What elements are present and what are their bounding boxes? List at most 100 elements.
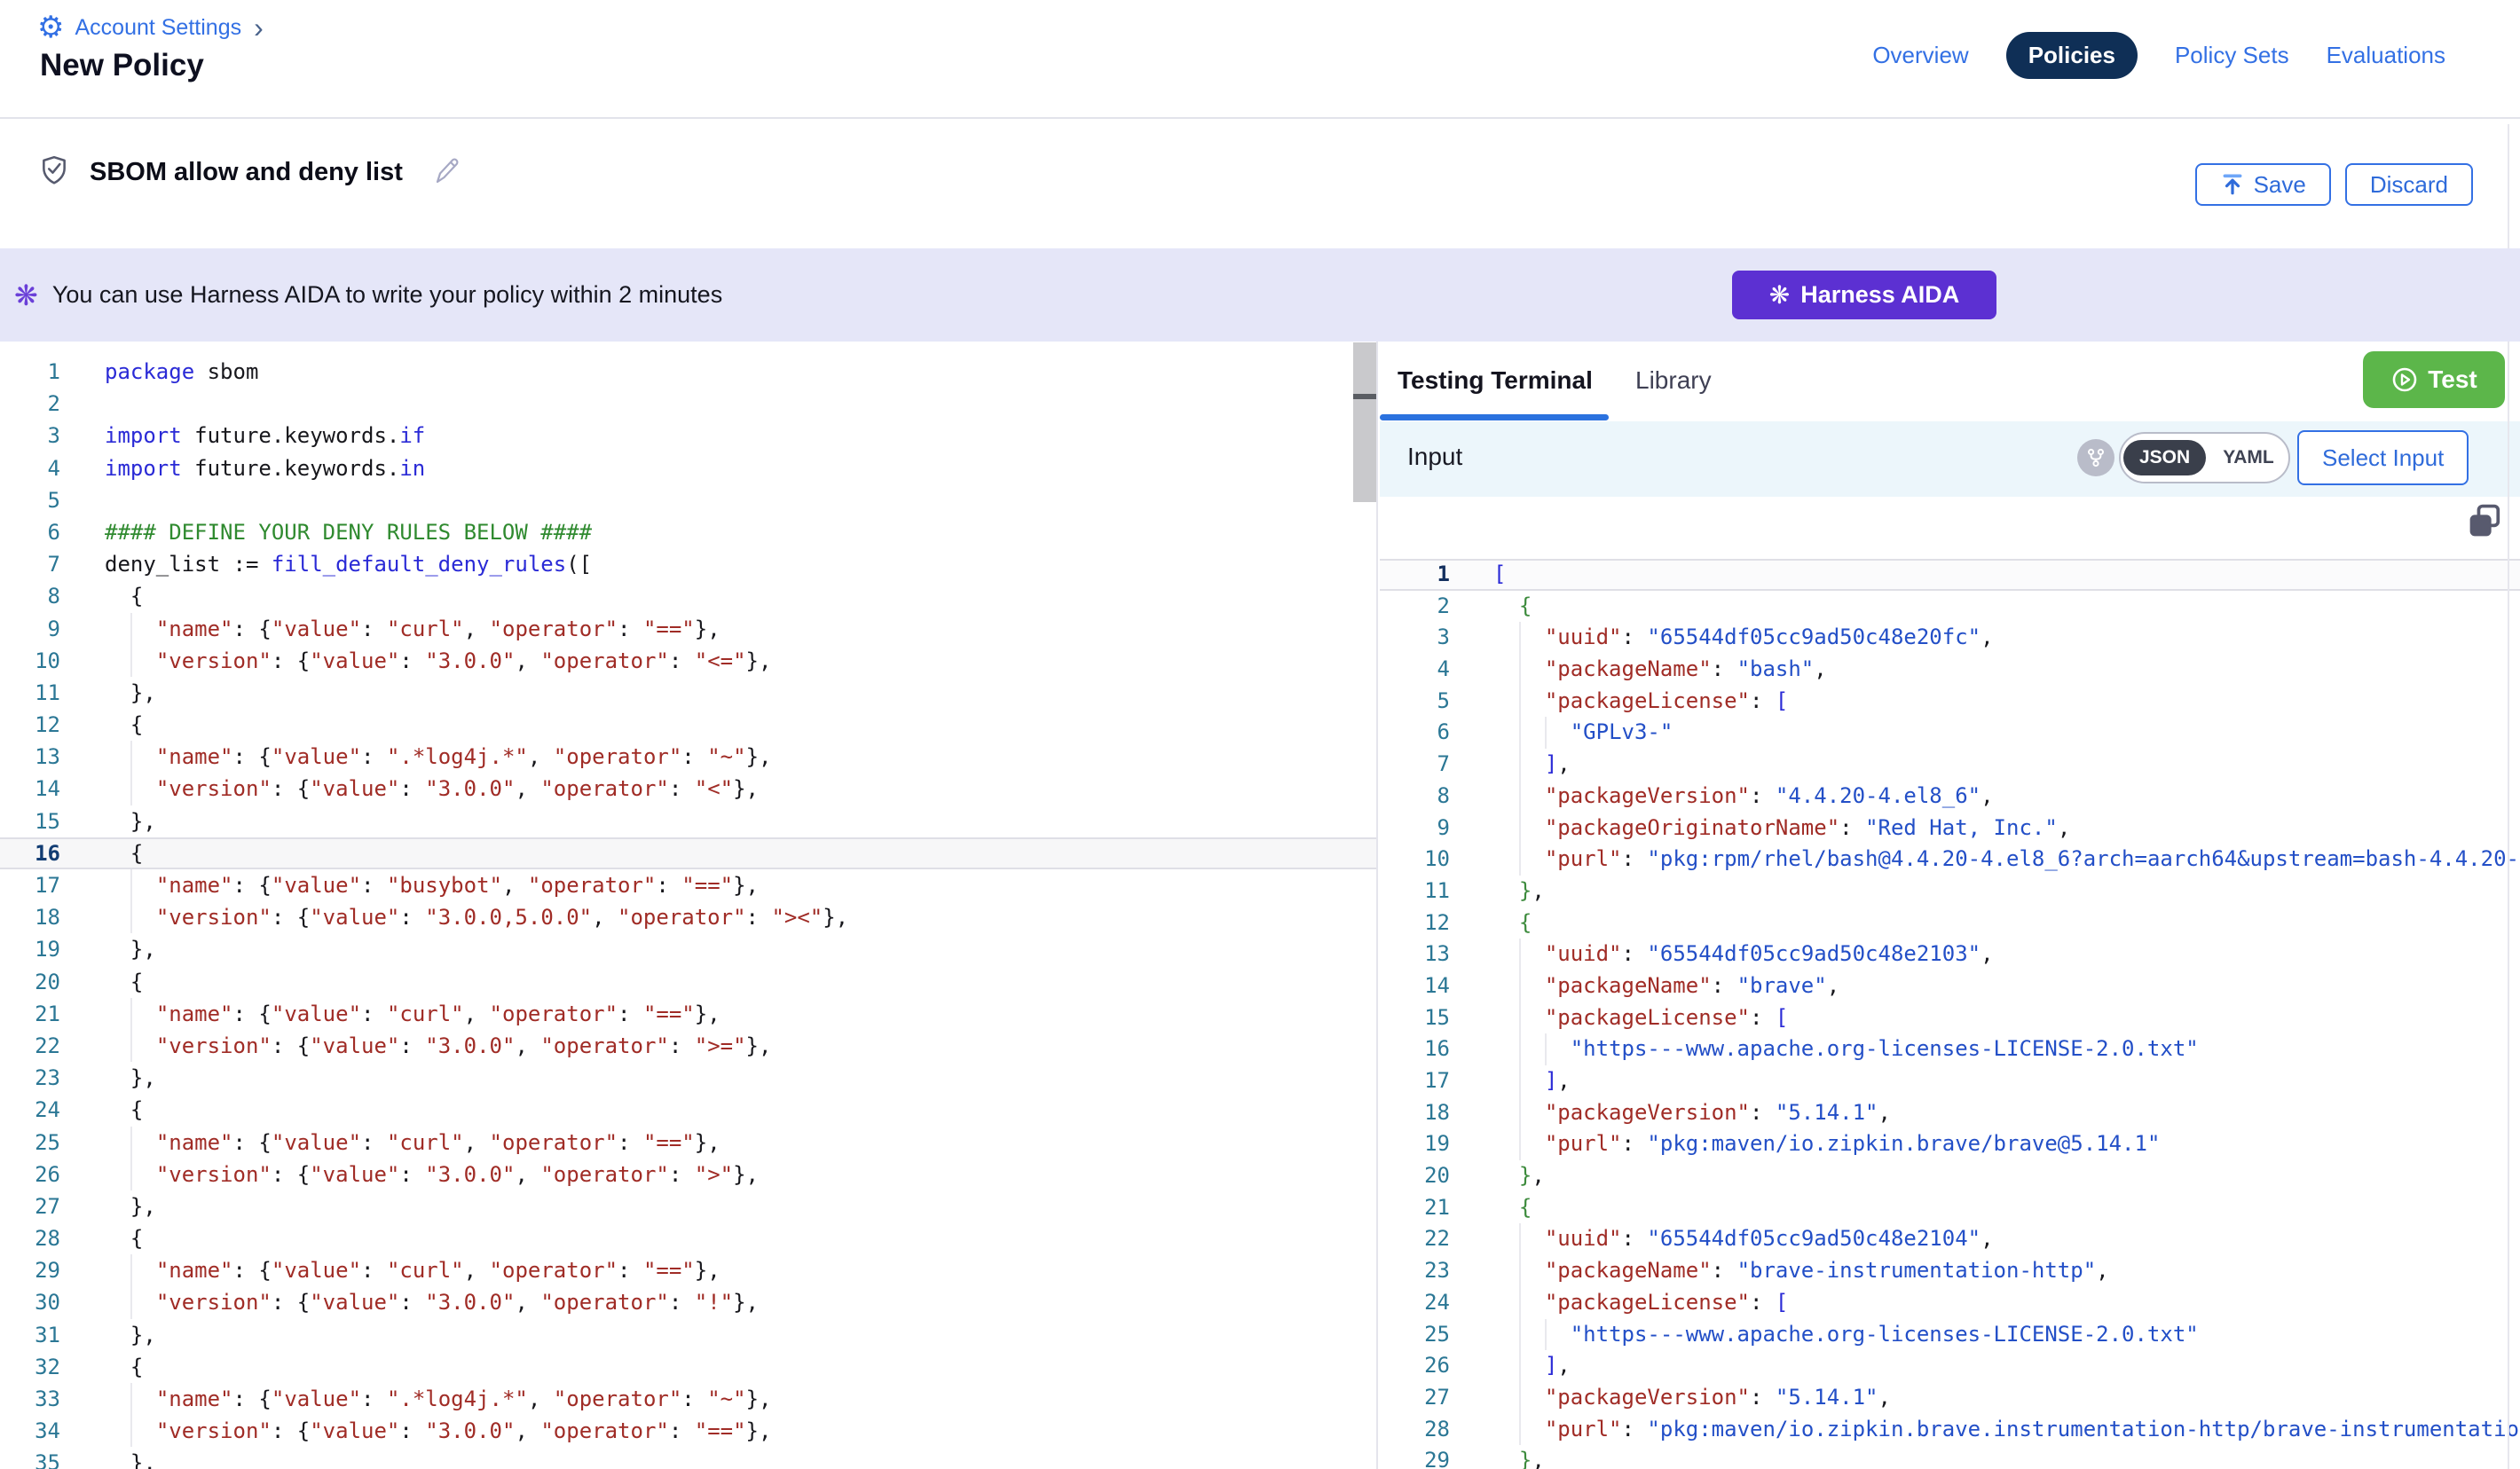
line-number: 7 [0,548,60,580]
line-number: 2 [0,388,60,420]
chevron-right-icon: › [254,13,264,42]
code-text: "uuid": "65544df05cc9ad50c48e20fc", [1493,622,1994,654]
module-nav: Overview Policies Policy Sets Evaluations [1872,32,2445,79]
code-text: { [105,837,143,869]
policy-toolbar: SBOM allow and deny list Save Discard [0,121,2520,248]
code-line: 1 package sbom [0,356,1376,388]
edit-pencil-icon[interactable] [431,156,460,189]
code-line: 15 }, [0,805,1376,837]
code-text: }, [105,677,156,709]
code-line: 32 { [0,1351,1376,1383]
line-number: 18 [1380,1097,1450,1129]
top-header: ⚙ Account Settings › New Policy Overview… [0,0,2520,119]
code-text: { [1493,907,1532,939]
json-line: 29 }, [1380,1445,2520,1469]
test-button[interactable]: Test [2363,351,2505,408]
json-line: 28 "purl": "pkg:maven/io.zipkin.brave.in… [1380,1414,2520,1446]
breadcrumb: ⚙ Account Settings › [37,12,264,43]
code-text: package sbom [105,356,258,388]
line-number: 12 [0,709,60,741]
json-line: 7 ], [1380,749,2520,781]
aida-flower-icon: ❋ [1769,283,1790,308]
tab-testing-terminal[interactable]: Testing Terminal [1398,366,1593,395]
json-line: 11 }, [1380,876,2520,907]
code-text: "version": {"value": "3.0.0", "operator"… [105,1159,759,1190]
code-text: "purl": "pkg:maven/io.zipkin.brave.instr… [1493,1414,2519,1446]
code-text: [ [1493,559,1506,591]
line-number: 26 [1380,1350,1450,1382]
code-line: 13 "name": {"value": ".*log4j.*", "opera… [0,741,1376,773]
line-number: 19 [1380,1128,1450,1160]
code-text: #### DEFINE YOUR DENY RULES BELOW #### [105,516,592,548]
save-button[interactable]: Save [2195,163,2331,206]
code-line: 21 "name": {"value": "curl", "operator":… [0,998,1376,1030]
input-json-editor[interactable]: 1[2 {3 "uuid": "65544df05cc9ad50c48e20fc… [1380,497,2520,1469]
input-label: Input [1407,443,1462,471]
code-line: 26 "version": {"value": "3.0.0", "operat… [0,1159,1376,1190]
policy-header: SBOM allow and deny list [38,154,460,191]
select-input-button[interactable]: Select Input [2297,430,2469,485]
toggle-json[interactable]: JSON [2123,440,2206,475]
format-toggle[interactable]: JSON YAML [2119,432,2290,483]
line-number: 32 [0,1351,60,1383]
code-text: ], [1493,1065,1571,1097]
json-line: 24 "packageLicense": [ [1380,1287,2520,1319]
code-line: 25 "name": {"value": "curl", "operator":… [0,1127,1376,1159]
line-number: 12 [1380,907,1450,939]
policy-code-editor[interactable]: 1package sbom23import future.keywords.if… [0,342,1378,1469]
json-line: 2 { [1380,591,2520,623]
code-line: 24 { [0,1094,1376,1126]
line-number: 35 [0,1447,60,1469]
code-line: 12 { [0,709,1376,741]
harness-aida-button[interactable]: ❋ Harness AIDA [1732,271,1996,319]
code-text: }, [105,1447,156,1469]
testing-panel: Testing Terminal Library Test Input [1380,342,2520,1469]
json-line: 16 "https---www.apache.org-licenses-LICE… [1380,1033,2520,1065]
tab-policies[interactable]: Policies [2006,32,2138,79]
code-text: "purl": "pkg:maven/io.zipkin.brave/brave… [1493,1128,2160,1160]
code-line: 17 "name": {"value": "busybot", "operato… [0,869,1376,901]
code-text: }, [105,1062,156,1094]
line-number: 28 [0,1222,60,1254]
git-fork-icon[interactable] [2077,439,2114,476]
code-text: "name": {"value": "busybot", "operator":… [105,869,759,901]
line-number: 24 [1380,1287,1450,1319]
code-text: }, [105,805,156,837]
discard-button[interactable]: Discard [2345,163,2473,206]
line-number: 5 [0,484,60,516]
json-line: 3 "uuid": "65544df05cc9ad50c48e20fc", [1380,622,2520,654]
line-number: 17 [1380,1065,1450,1097]
line-number: 6 [1380,717,1450,749]
tab-overview[interactable]: Overview [1872,42,1968,69]
cursor-position-marker [1353,394,1376,399]
policy-editor-page: ⚙ Account Settings › New Policy Overview… [0,0,2520,1469]
tab-library[interactable]: Library [1635,366,1712,395]
toggle-yaml[interactable]: YAML [2209,440,2288,475]
json-line: 4 "packageName": "bash", [1380,654,2520,686]
code-text: "name": {"value": "curl", "operator": "=… [105,1127,721,1159]
line-number: 21 [0,998,60,1030]
editor-scrollbar[interactable] [1353,342,1376,502]
code-text: "name": {"value": "curl", "operator": "=… [105,613,721,645]
line-number: 4 [1380,654,1450,686]
breadcrumb-account-settings-link[interactable]: Account Settings [75,15,241,41]
line-number: 1 [0,356,60,388]
test-label: Test [2428,365,2477,394]
code-text: "https---www.apache.org-licenses-LICENSE… [1493,1033,2199,1065]
active-tab-underline [1380,414,1609,420]
code-line: 33 "name": {"value": ".*log4j.*", "opera… [0,1383,1376,1415]
code-text: }, [1493,876,1545,907]
code-line: 8 { [0,580,1376,612]
code-line: 19 }, [0,933,1376,965]
shield-check-icon [38,154,70,191]
line-number: 30 [0,1286,60,1318]
aida-flower-icon: ❋ [14,281,38,310]
tab-evaluations[interactable]: Evaluations [2327,42,2445,69]
line-number: 10 [0,645,60,677]
code-text: ], [1493,749,1571,781]
play-circle-icon [2390,365,2419,394]
tab-policy-sets[interactable]: Policy Sets [2175,42,2289,69]
harness-aida-label: Harness AIDA [1800,281,1959,309]
code-text: }, [105,1319,156,1351]
json-line: 14 "packageName": "brave", [1380,970,2520,1002]
